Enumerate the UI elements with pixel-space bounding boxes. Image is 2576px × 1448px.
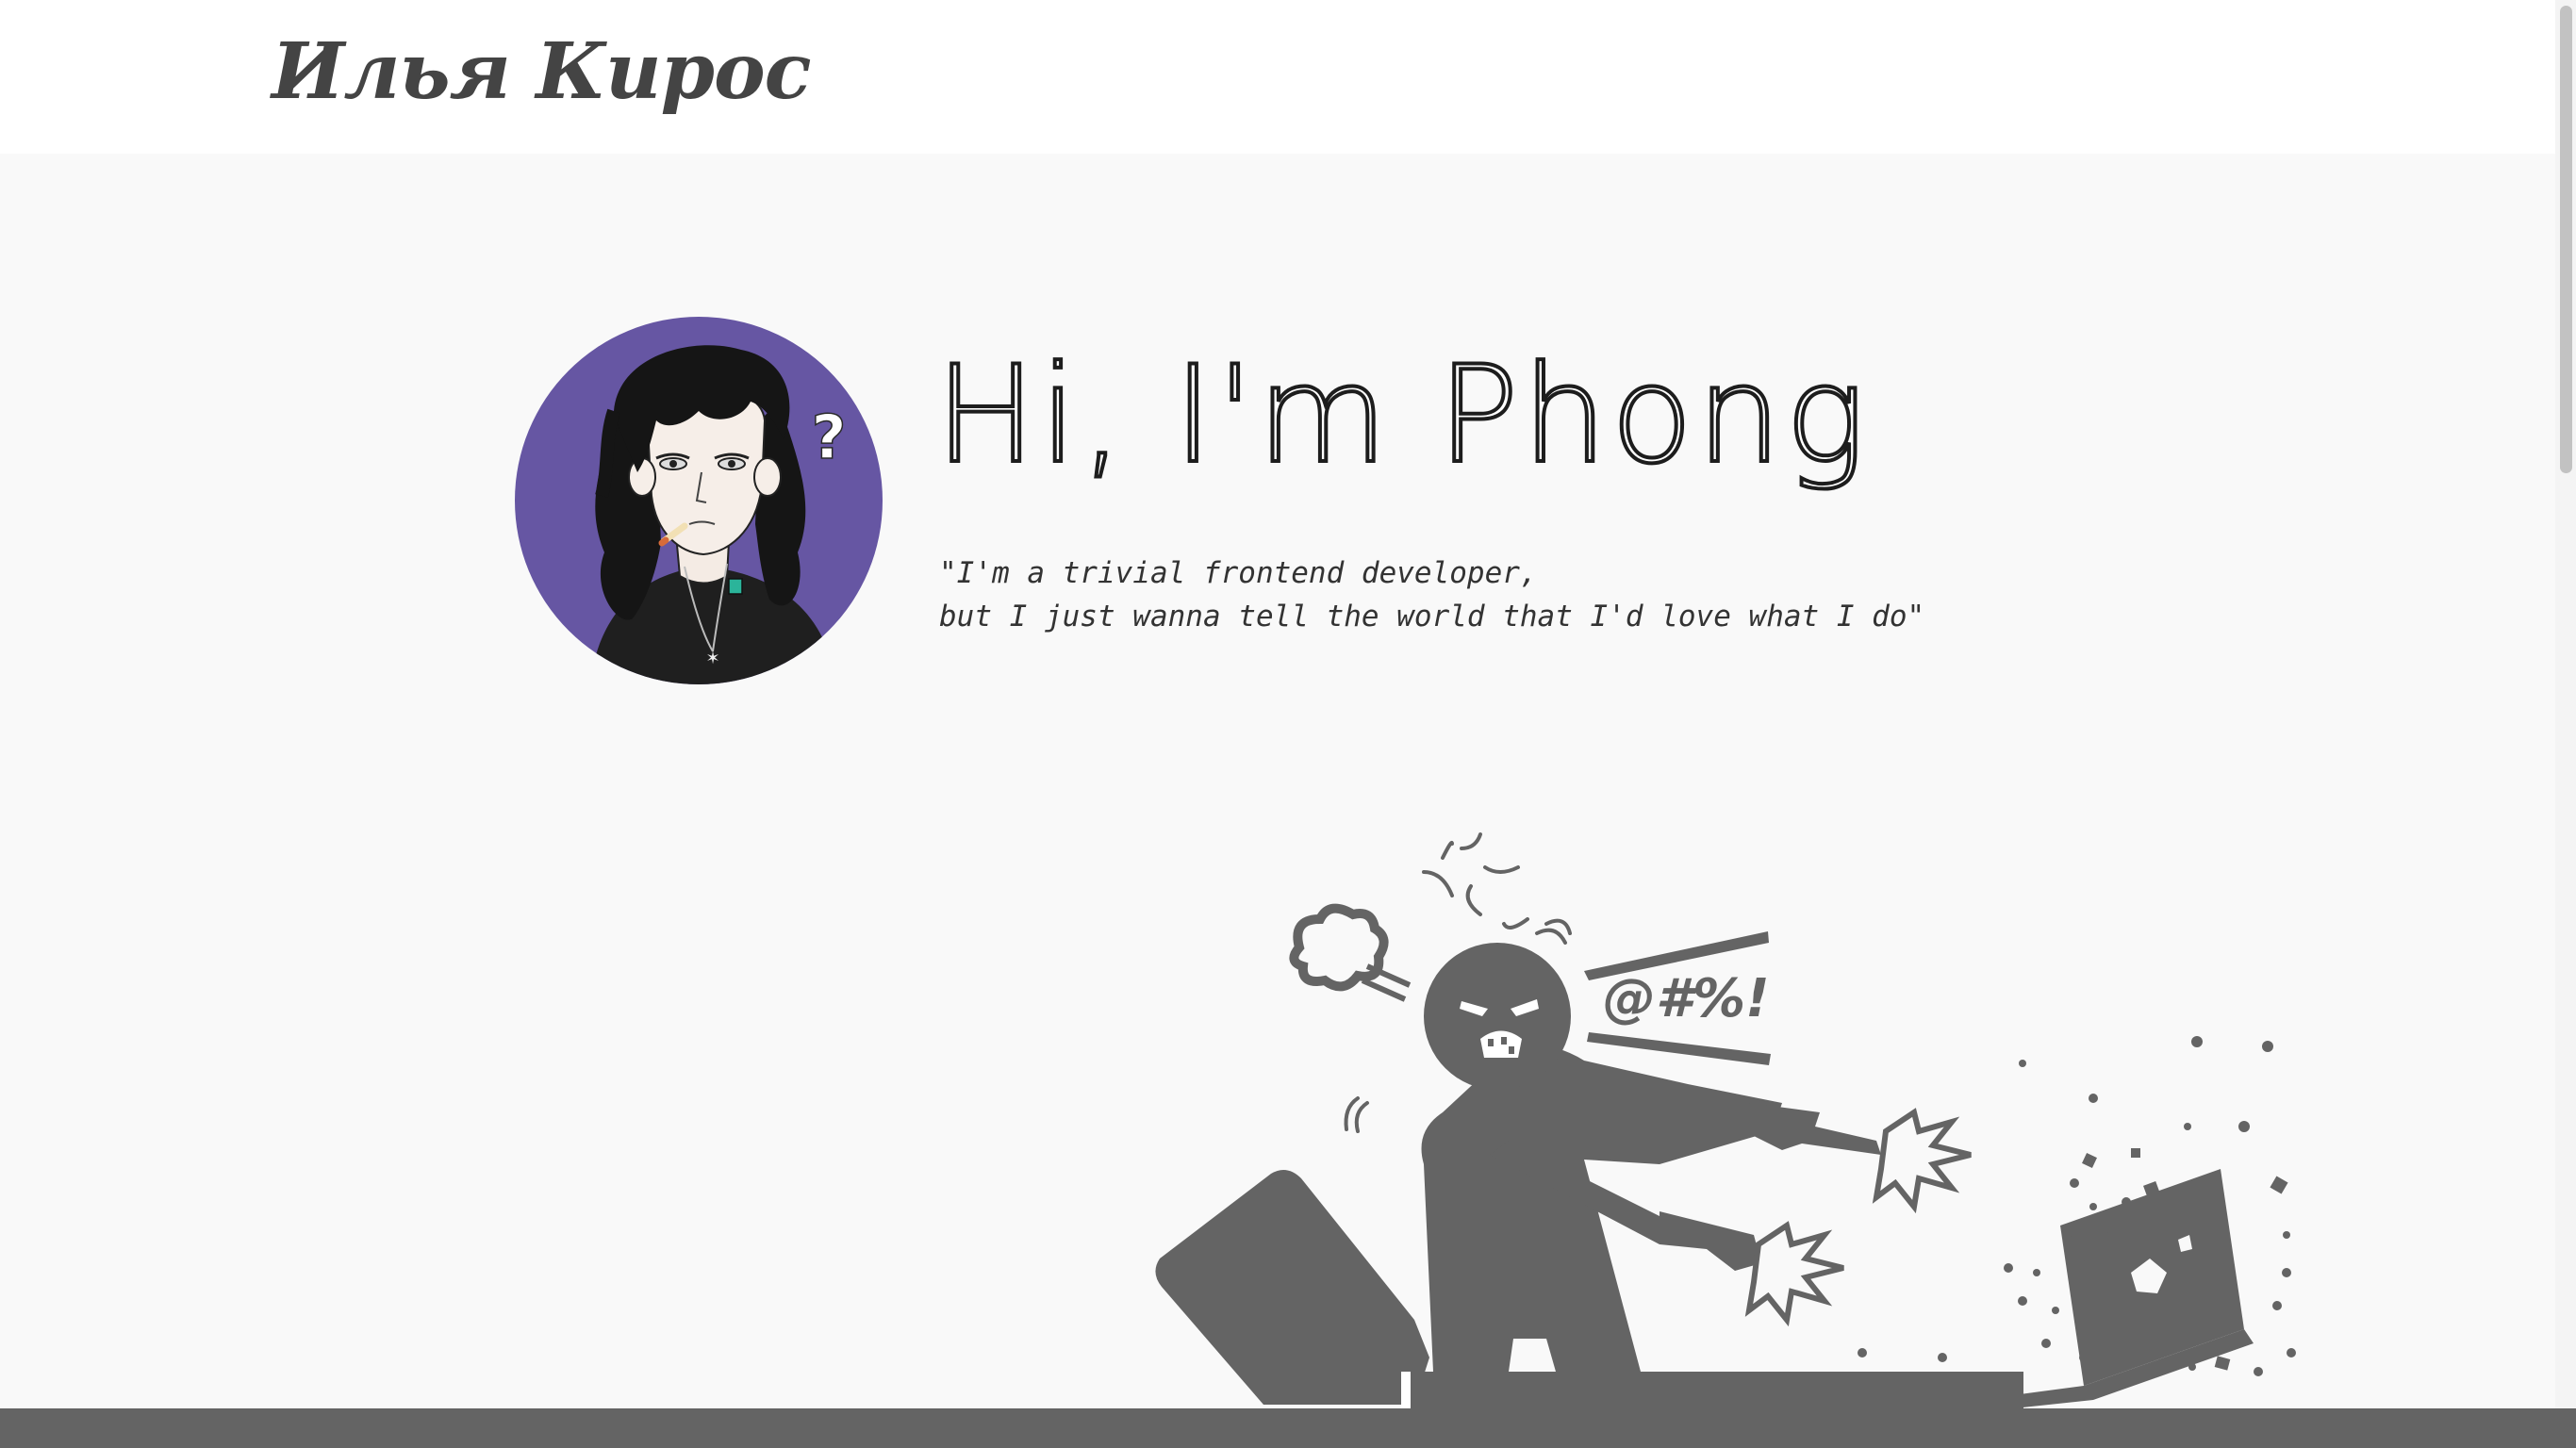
hero-quote-line-1: "I'm a trivial frontend developer, — [939, 556, 1538, 590]
hero-quote-line-2: but I just wanna tell the world that I'd… — [939, 600, 1925, 634]
avatar-portrait-illustration: ✶ ? — [590, 345, 847, 684]
site-header: Илья Кирос — [0, 0, 2555, 154]
hero-quote: "I'm a trivial frontend developer, but I… — [939, 551, 1924, 638]
page: Илья Кирос ✶ ? Hi, I'm Phong "I'm a triv… — [0, 0, 2576, 1448]
site-logo[interactable]: Илья Кирос — [272, 26, 812, 117]
hero-greeting: Hi, I'm Phong — [933, 337, 1870, 493]
ground-strip — [0, 1408, 2576, 1448]
avatar-question-mark: ? — [811, 403, 846, 473]
scrollbar-thumb[interactable] — [2560, 6, 2572, 473]
svg-text:✶: ✶ — [705, 649, 719, 668]
avatar: ✶ ? — [515, 317, 883, 684]
angry-developer-illustration: @#%! — [1155, 832, 2296, 1414]
scrollbar[interactable] — [2555, 0, 2576, 1448]
swear-text: @#%! — [1603, 968, 1770, 1029]
